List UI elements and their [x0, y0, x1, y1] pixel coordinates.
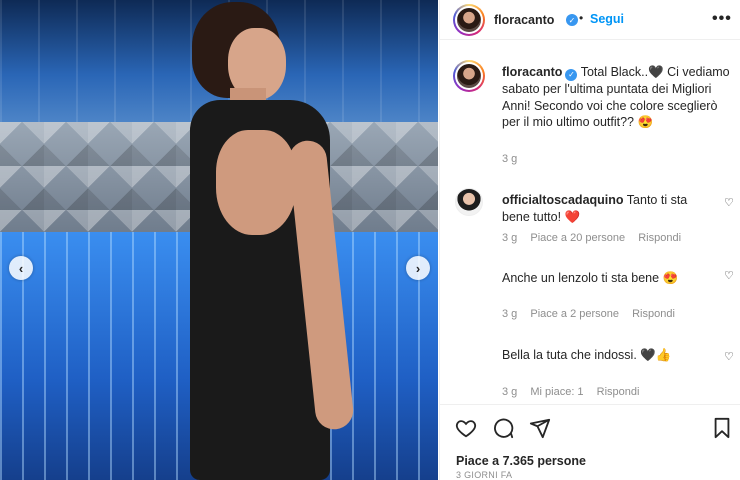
caption-timestamp[interactable]: 3 g	[502, 153, 517, 165]
reply-button[interactable]: Rispondi	[597, 386, 640, 398]
verified-badge-icon: ✓	[566, 14, 578, 26]
like-comment-heart-icon[interactable]: ♡	[724, 350, 734, 363]
commenter-avatar[interactable]	[455, 188, 483, 216]
post-side-panel: floracanto ✓ • Segui ••• floracanto ✓ Tot…	[439, 0, 740, 480]
caption-username[interactable]: floracanto	[502, 65, 562, 79]
comment-likes[interactable]: Mi piace: 1	[530, 386, 583, 398]
chevron-left-icon: ‹	[18, 260, 24, 276]
heart-emoji: ❤️	[564, 210, 581, 224]
verified-badge-icon: ✓	[565, 69, 578, 82]
follow-button[interactable]: Segui	[590, 12, 624, 26]
post-date[interactable]: 3 GIORNI FA	[456, 470, 512, 480]
separator-dot: •	[579, 11, 584, 25]
action-bar	[440, 404, 740, 449]
comment-text: Bella la tuta che indossi.	[502, 348, 637, 362]
save-bookmark-icon[interactable]	[712, 417, 732, 442]
previous-image-button[interactable]: ‹	[9, 256, 33, 280]
comment-text: Anche un lenzolo ti sta bene	[502, 271, 660, 285]
avatar[interactable]	[453, 4, 485, 36]
next-image-button[interactable]: ›	[406, 256, 430, 280]
comment-likes[interactable]: Piace a 20 persone	[530, 232, 625, 244]
post-media: ‹ ›	[0, 0, 438, 480]
header-username[interactable]: floracanto	[494, 13, 554, 27]
comment-username[interactable]: officialtoscadaquino	[502, 193, 624, 207]
post-likes-count[interactable]: Piace a 7.365 persone	[456, 454, 586, 468]
chevron-right-icon: ›	[415, 260, 421, 276]
more-options-icon[interactable]: •••	[712, 10, 732, 28]
share-paper-plane-icon[interactable]	[529, 417, 551, 442]
like-heart-icon[interactable]	[455, 417, 477, 442]
reply-button[interactable]: Rispondi	[632, 308, 675, 320]
reply-button[interactable]: Rispondi	[638, 232, 681, 244]
comment-time[interactable]: 3 g	[502, 386, 517, 398]
caption-avatar[interactable]	[453, 60, 485, 92]
like-comment-heart-icon[interactable]: ♡	[724, 196, 734, 209]
comment-likes[interactable]: Piace a 2 persone	[530, 308, 619, 320]
heart-thumbs-emoji: 🖤👍	[640, 348, 672, 362]
comment-time[interactable]: 3 g	[502, 308, 517, 320]
post-header: floracanto ✓ • Segui •••	[440, 0, 740, 40]
heart-eyes-emoji: 😍	[662, 271, 679, 285]
comment-icon[interactable]	[492, 417, 514, 442]
post-photo-person	[150, 0, 370, 480]
comment-time[interactable]: 3 g	[502, 232, 517, 244]
like-comment-heart-icon[interactable]: ♡	[724, 269, 734, 282]
